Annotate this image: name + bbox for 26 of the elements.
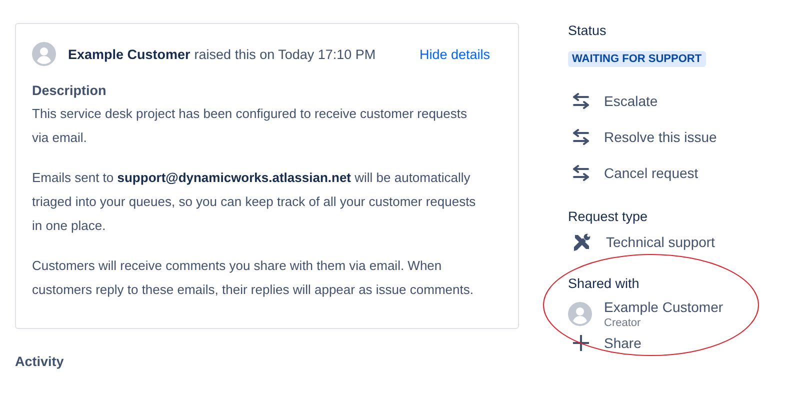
person-name: Example Customer [604, 299, 724, 315]
transition-button[interactable]: Escalate [568, 89, 658, 113]
transition-button[interactable]: Cancel request [568, 161, 698, 185]
description-paragraph: Customers will receive comments you share with them via email. When customers reply to these emails, their replies will appear as issue comments. [32, 257, 474, 299]
status-heading: Status [568, 23, 608, 38]
swap-arrows-icon [572, 93, 590, 109]
status-lozenge: WAITING FOR SUPPORT [568, 51, 706, 67]
tools-icon [572, 232, 592, 252]
avatar-icon [32, 42, 56, 66]
transition-button[interactable]: Resolve this issue [568, 125, 717, 149]
description-paragraph: This service desk project has been configured to receive customer requests via email. [32, 105, 468, 147]
avatar-icon [568, 302, 592, 326]
swap-arrows-icon [572, 129, 590, 145]
request-type-value: Technical support [606, 234, 715, 250]
request-type-heading: Request type [568, 209, 649, 224]
description-heading: Description [32, 83, 108, 98]
swap-arrows-icon [572, 165, 590, 181]
author-name: Example Customer [68, 46, 190, 62]
person-role: Creator [604, 317, 642, 329]
shared-with-heading: Shared with [568, 276, 640, 291]
hide-details-link[interactable]: Hide details [419, 46, 490, 62]
activity-heading: Activity [15, 354, 65, 369]
plus-icon [572, 334, 590, 352]
raised-text: raised this on Today 17:10 PM [194, 46, 376, 62]
description-paragraph: Emails sent to support@dynamicworks.atlassian.net will be automatically triaged into your queues, so you can keep track of all your customer requests in one place. [32, 169, 477, 235]
share-button[interactable]: Share [568, 331, 642, 355]
